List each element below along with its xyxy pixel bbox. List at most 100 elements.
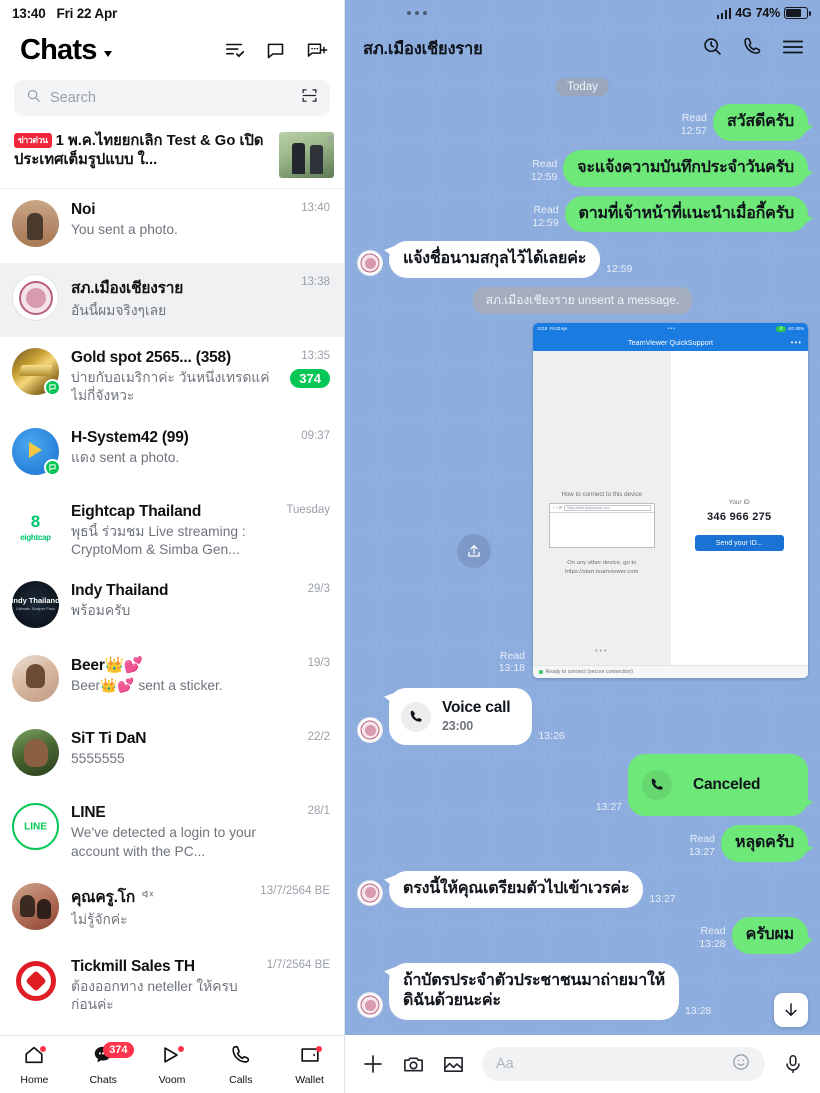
screenshot-id-value: 346 966 275	[707, 511, 772, 524]
list-item[interactable]: LINE LINE We've detected a login to your…	[0, 792, 344, 872]
chat-name: Indy Thailand	[71, 582, 169, 600]
avatar[interactable]	[12, 729, 59, 777]
list-item-meta: 1/7/2564 BE	[267, 957, 330, 971]
message-meta: Read 12:59	[532, 204, 558, 233]
list-item[interactable]: Gold spot 2565... (358) บ่ายกับอเมริกาค่…	[0, 337, 344, 417]
nav-label-calls: Calls	[229, 1073, 253, 1086]
list-item-body: Noi You sent a photo.	[71, 200, 289, 239]
message-incoming-call: Voice call 23:00 13:26	[357, 688, 808, 746]
search-area: Search	[0, 74, 344, 126]
message-bubble[interactable]: ตรงนี้ให้คุณเตรียมตัวไปเข้าเวรค่ะ	[389, 871, 644, 908]
plus-icon[interactable]	[361, 1052, 385, 1076]
search-history-icon[interactable]	[702, 36, 723, 62]
list-item[interactable]: Noi You sent a photo. 13:40	[0, 189, 344, 263]
search-input[interactable]: Search	[14, 80, 330, 116]
nav-item-wallet[interactable]: Wallet	[275, 1036, 344, 1093]
message-bubble[interactable]: ครับผม	[731, 916, 808, 954]
news-banner[interactable]: ข่าวด่วน 1 พ.ค.ไทยยกเลิก Test & Go เปิดปร…	[0, 126, 344, 189]
message-bubble[interactable]: จะแจ้งความบันทึกประจำวันครับ	[563, 149, 808, 187]
message-bubble[interactable]: ถ้าบัตรประจำตัวประชาชนมาถ่ายมาให้ดิฉันด้…	[389, 962, 679, 1021]
message-composer: Aa	[345, 1035, 820, 1093]
nav-item-chats[interactable]: 374 Chats	[69, 1036, 138, 1093]
avatar[interactable]	[12, 274, 59, 321]
list-item-meta: 28/1	[308, 803, 330, 817]
list-item-meta: Tuesday	[286, 502, 330, 516]
message-bubble[interactable]: สวัสดีครับ	[713, 104, 808, 141]
mic-icon[interactable]	[782, 1053, 804, 1075]
message-meta: Read 13:28	[699, 925, 725, 954]
call-bubble[interactable]: Voice call 23:00	[389, 688, 533, 746]
avatar[interactable]	[12, 348, 61, 396]
chat-name: สภ.เมืองเชียงราย	[71, 280, 184, 297]
message-bubble[interactable]: ตามที่เจ้าหน้าที่แนะนำเมื่อกี้ครับ	[564, 195, 808, 233]
emoji-icon[interactable]	[731, 1052, 751, 1077]
list-item-body: Gold spot 2565... (358) บ่ายกับอเมริกาค่…	[71, 348, 278, 406]
list-item[interactable]: 8 eightcap Eightcap Thailand พุธนี้ ร่วม…	[0, 491, 344, 571]
left-status-bar: 13:40 Fri 22 Apr	[0, 0, 344, 26]
avatar[interactable]	[357, 879, 383, 906]
avatar[interactable]	[357, 992, 383, 1019]
message-bubble[interactable]: แจ้งชื่อนามสกุลไว้ได้เลยค่ะ	[389, 241, 601, 279]
system-notice-label: สภ.เมืองเชียงราย unsent a message.	[472, 287, 693, 315]
menu-icon[interactable]	[782, 38, 804, 61]
chevron-down-icon[interactable]	[103, 50, 112, 57]
camera-icon[interactable]	[402, 1053, 425, 1076]
avatar[interactable]	[357, 717, 383, 744]
message-outgoing: Read 12:57 สวัสดีครับ	[357, 104, 808, 141]
gallery-icon[interactable]	[442, 1053, 465, 1076]
chat-preview: อันนี้ผมจริงๆเลย	[71, 303, 167, 318]
message-time: 12:57	[680, 125, 708, 137]
avatar[interactable]	[12, 957, 59, 1005]
chat-bubble-icon[interactable]	[265, 40, 286, 61]
screenshot-right-pane: Your ID 346 966 275 Send your ID...	[670, 351, 808, 666]
conversation-title: สภ.เมืองเชียงราย	[363, 40, 483, 58]
avatar[interactable]	[12, 427, 61, 476]
arrow-down-icon[interactable]	[774, 993, 808, 1027]
message-thread[interactable]: Today Read 12:57 สวัสดีครับ Read 12:59 จ…	[345, 72, 820, 1035]
list-item-body: Beer👑💕 Beer👑💕 sent a sticker.	[71, 655, 296, 695]
screenshot-app-title: TeamViewer QuickSupport	[628, 338, 713, 348]
nav-item-voom[interactable]: Voom	[138, 1036, 207, 1093]
list-item[interactable]: SiT Ti DaN 5555555 22/2	[0, 718, 344, 792]
list-item[interactable]: คุณครู.โก ไม่รู้จักค่ะ 13/7/2564 BE	[0, 872, 344, 946]
chat-name: คุณครู.โก	[71, 884, 248, 909]
share-icon[interactable]	[456, 534, 491, 569]
page-title[interactable]: Chats	[20, 34, 112, 67]
phone-icon[interactable]	[742, 36, 763, 62]
qr-scan-icon[interactable]	[301, 87, 318, 109]
list-item[interactable]: H-System42 (99) แดง sent a photo. 09:37	[0, 417, 344, 491]
page-title-label: Chats	[20, 33, 97, 66]
avatar[interactable]	[12, 883, 59, 931]
list-item-meta: 13:35 374	[290, 348, 330, 388]
new-chat-icon[interactable]	[305, 39, 328, 61]
chat-preview: แดง sent a photo.	[71, 449, 180, 465]
list-item[interactable]: Tickmill Sales TH ต้องออกทาง neteller ให…	[0, 946, 344, 1026]
list-item[interactable]: Beer👑💕 Beer👑💕 sent a sticker. 19/3	[0, 644, 344, 718]
avatar[interactable]	[12, 655, 59, 703]
list-item[interactable]: Indy Thailand Ultimate Scalper Pack Indy…	[0, 570, 344, 644]
avatar[interactable]: Indy Thailand Ultimate Scalper Pack	[12, 581, 59, 629]
mute-icon	[140, 887, 154, 906]
line-wordmark: LINE	[24, 821, 47, 833]
read-receipt: Read	[681, 112, 708, 125]
nav-dot-home	[39, 1046, 46, 1052]
nav-item-home[interactable]: Home	[0, 1036, 69, 1093]
nav-item-calls[interactable]: Calls	[206, 1036, 275, 1093]
close-icon[interactable]: ×	[326, 132, 335, 147]
message-input[interactable]: Aa	[482, 1047, 765, 1081]
message-bubble[interactable]: หลุดครับ	[721, 825, 808, 863]
avatar[interactable]: 8 eightcap	[12, 501, 59, 549]
message-incoming: ถ้าบัตรประจำตัวประชาชนมาถ่ายมาให้ดิฉันด้…	[357, 962, 808, 1021]
search-placeholder: Search	[50, 90, 96, 106]
avatar[interactable]	[357, 250, 383, 277]
list-item-meta: 19/3	[308, 655, 330, 669]
chat-preview: บ่ายกับอเมริกาค่ะ วันหนึ่งเทรดแค่ไม่กี่จ…	[71, 370, 270, 404]
call-bubble[interactable]: Canceled	[628, 754, 808, 817]
search-icon	[26, 88, 41, 108]
shared-screenshot[interactable]: 13:18 Fri 22 Apr ••• ✆ 4G 40% TeamViewer…	[533, 323, 808, 679]
avatar[interactable]: LINE	[12, 803, 59, 851]
avatar[interactable]	[12, 200, 59, 247]
read-all-icon[interactable]	[224, 39, 246, 61]
message-meta: Read 13:27	[689, 833, 715, 862]
list-item[interactable]: สภ.เมืองเชียงราย อันนี้ผมจริงๆเลย 13:38	[0, 263, 344, 337]
